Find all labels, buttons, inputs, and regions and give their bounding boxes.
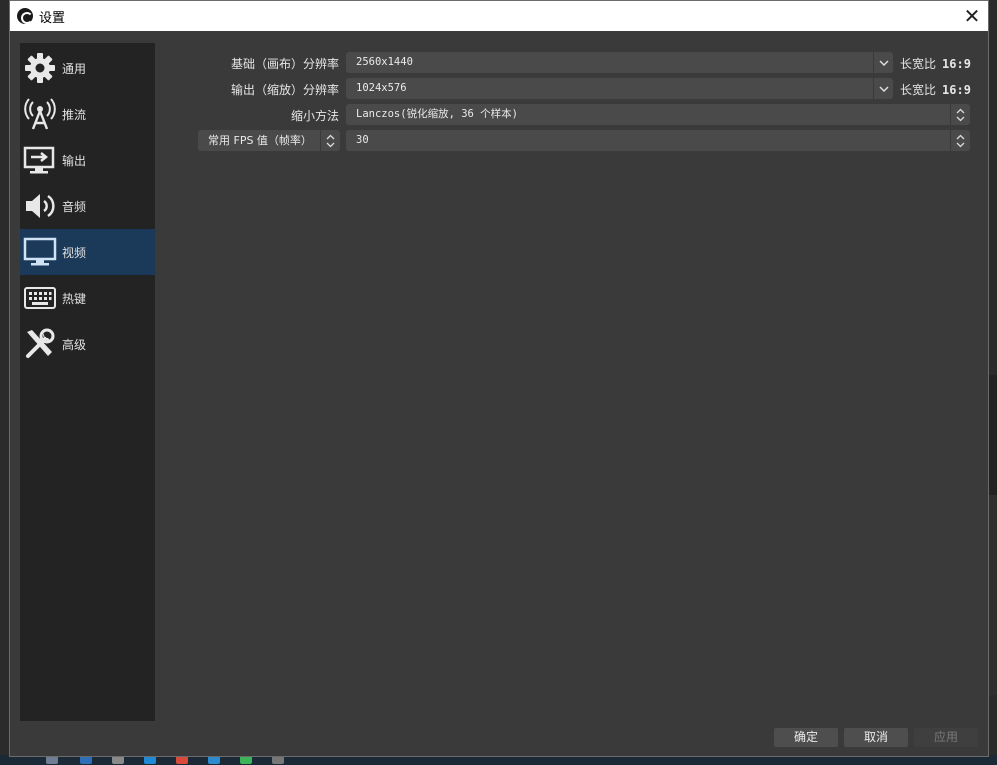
sidebar-item-audio[interactable]: 音频 [20, 183, 155, 229]
monitor-icon [23, 235, 57, 269]
settings-sidebar: 通用 推流 输出 音频 视频 热键 高级 [20, 43, 155, 721]
ok-button[interactable]: 确定 [774, 728, 838, 747]
base-aspect-ratio: 长宽比 16:9 [900, 55, 971, 72]
output-aspect-ratio: 长宽比 16:9 [900, 81, 971, 98]
background-window-strip [989, 375, 997, 495]
taskbar-app-icon[interactable] [112, 756, 124, 764]
sidebar-item-stream[interactable]: 推流 [20, 91, 155, 137]
sidebar-item-label: 音频 [62, 199, 87, 214]
taskbar-app-icon[interactable] [240, 756, 252, 764]
up-down-chevron-icon [950, 130, 970, 151]
base-resolution-select[interactable]: 2560x1440 [346, 52, 893, 73]
taskbar-app-icon[interactable] [272, 756, 284, 764]
taskbar-app-icon[interactable] [46, 756, 58, 764]
up-down-chevron-icon [950, 104, 970, 125]
speaker-icon [23, 189, 57, 223]
chevron-down-icon [873, 52, 893, 73]
sidebar-item-video[interactable]: 视频 [20, 229, 155, 275]
fps-type-select[interactable]: 常用 FPS 值（帧率） [198, 130, 340, 151]
sidebar-item-label: 输出 [62, 153, 87, 168]
cancel-button[interactable]: 取消 [844, 728, 908, 747]
fps-value: 30 [356, 134, 369, 146]
downscale-filter-label: 缩小方法 [290, 109, 339, 123]
sidebar-item-label: 热键 [62, 291, 87, 306]
keyboard-icon [23, 281, 57, 315]
fps-value-select[interactable]: 30 [346, 130, 970, 151]
output-aspect-label: 长宽比 [900, 83, 937, 97]
downscale-filter-value: Lanczos(锐化缩放, 36 个样本) [356, 108, 519, 120]
sidebar-item-general[interactable]: 通用 [20, 45, 155, 91]
sidebar-item-output[interactable]: 输出 [20, 137, 155, 183]
video-settings-panel: 基础（画布）分辨率 2560x1440 长宽比 16:9 输出（缩放）分辨率 10… [155, 43, 988, 721]
background-window-strip [989, 495, 997, 695]
apply-button[interactable]: 应用 [914, 728, 978, 747]
title-bar: 设置 ✕ [10, 1, 988, 31]
broadcast-antenna-icon [23, 97, 57, 131]
gear-icon [23, 51, 57, 85]
sidebar-item-label: 通用 [62, 61, 87, 76]
chevron-down-icon [873, 78, 893, 99]
settings-window: 设置 ✕ 通用 推流 输出 音频 视频 热键 高级 基础（画布）分辨率 2560… [9, 0, 989, 757]
window-title: 设置 [39, 10, 66, 26]
close-button[interactable]: ✕ [960, 4, 984, 28]
sidebar-item-label: 高级 [62, 337, 87, 352]
taskbar-app-icon[interactable] [176, 756, 188, 764]
downscale-filter-select[interactable]: Lanczos(锐化缩放, 36 个样本) [346, 104, 970, 125]
sidebar-item-advanced[interactable]: 高级 [20, 321, 155, 367]
taskbar-app-icon[interactable] [144, 756, 156, 764]
taskbar-app-icon[interactable] [208, 756, 220, 764]
fps-type-label: 常用 FPS 值（帧率） [208, 134, 312, 147]
output-resolution-label: 输出（缩放）分辨率 [230, 83, 339, 97]
output-aspect-value: 16:9 [942, 83, 971, 97]
output-resolution-select[interactable]: 1024x576 [346, 78, 893, 99]
output-resolution-value: 1024x576 [356, 82, 407, 94]
sidebar-item-label: 视频 [62, 245, 87, 260]
up-down-chevron-icon [320, 130, 340, 151]
base-aspect-label: 长宽比 [900, 57, 937, 71]
sidebar-item-hotkeys[interactable]: 热键 [20, 275, 155, 321]
base-resolution-label: 基础（画布）分辨率 [230, 57, 339, 71]
obs-logo-icon [17, 8, 33, 24]
tools-icon [23, 327, 57, 361]
taskbar-app-icon[interactable] [80, 756, 92, 764]
base-resolution-value: 2560x1440 [356, 56, 413, 68]
base-aspect-value: 16:9 [942, 57, 971, 71]
sidebar-item-label: 推流 [62, 107, 87, 122]
output-monitor-icon [23, 143, 57, 177]
